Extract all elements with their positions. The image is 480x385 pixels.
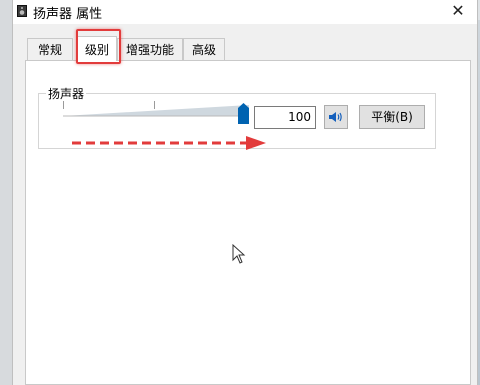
volume-slider[interactable]	[63, 101, 249, 127]
speaker-group-label: 扬声器	[46, 85, 87, 102]
speaker-volume-icon	[329, 112, 342, 122]
title-bar[interactable]: 扬声器 属性 ✕	[13, 0, 477, 24]
volume-value-field[interactable]: 100	[254, 106, 316, 129]
speaker-properties-dialog: 扬声器 属性 ✕ 常规 级别 增强功能 高级 扬声器 100 平衡(B)	[12, 0, 478, 385]
close-button[interactable]: ✕	[443, 0, 473, 22]
speaker-app-icon	[17, 5, 27, 17]
tab-enhancements[interactable]: 增强功能	[117, 38, 183, 60]
tab-general[interactable]: 常规	[27, 38, 73, 60]
levels-panel: 扬声器 100 平衡(B)	[25, 60, 471, 385]
volume-slider-thumb[interactable]	[238, 103, 249, 124]
slider-tick	[63, 101, 64, 109]
mouse-pointer-icon	[232, 244, 246, 264]
mute-button[interactable]	[324, 105, 348, 129]
balance-button[interactable]: 平衡(B)	[359, 105, 425, 129]
red-arrow-annotation	[72, 136, 266, 150]
tab-highlight-box	[76, 29, 121, 64]
slider-tick	[154, 101, 155, 109]
tab-advanced[interactable]: 高级	[183, 38, 225, 60]
volume-slider-wedge	[63, 105, 249, 117]
window-title: 扬声器 属性	[33, 7, 103, 22]
